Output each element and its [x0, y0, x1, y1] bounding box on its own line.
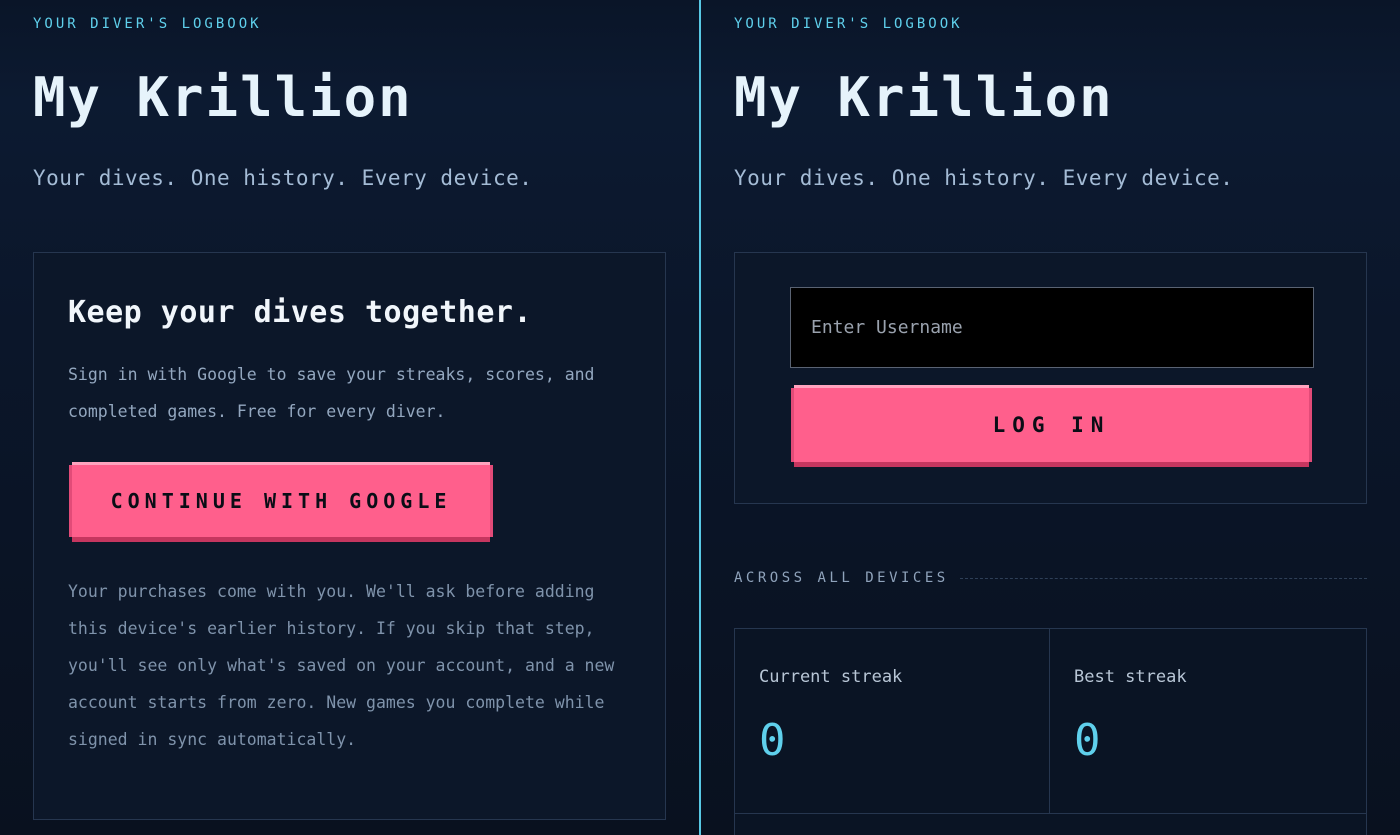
- stats-grid: Current streak 0 Best streak 0: [734, 628, 1367, 835]
- signin-card-intro: Sign in with Google to save your streaks…: [68, 365, 595, 421]
- stats-section-label: ACROSS ALL DEVICES: [734, 570, 949, 586]
- stat-best-streak: Best streak 0: [1050, 629, 1366, 814]
- tagline: Your dives. One history. Every device.: [734, 166, 1234, 190]
- stat-value: 0: [1074, 715, 1101, 766]
- tagline: Your dives. One history. Every device.: [33, 166, 533, 190]
- left-panel-signin: YOUR DIVER'S LOGBOOK My Krillion Your di…: [0, 0, 700, 835]
- continue-with-google-button[interactable]: CONTINUE WITH GOOGLE: [72, 465, 490, 537]
- section-divider: [960, 578, 1367, 579]
- signin-card-note: Your purchases come with you. We'll ask …: [68, 582, 615, 749]
- stat-current-streak: Current streak 0: [735, 629, 1050, 814]
- eyebrow-label: YOUR DIVER'S LOGBOOK: [33, 16, 262, 32]
- username-input[interactable]: [790, 287, 1314, 368]
- right-panel-login: YOUR DIVER'S LOGBOOK My Krillion Your di…: [701, 0, 1400, 835]
- page-title: My Krillion: [33, 66, 413, 129]
- login-card: LOG IN: [734, 252, 1367, 504]
- stat-label: Best streak: [1074, 667, 1187, 687]
- app-screen: YOUR DIVER'S LOGBOOK My Krillion Your di…: [0, 0, 1400, 835]
- page-title: My Krillion: [734, 66, 1114, 129]
- signin-card-heading: Keep your dives together.: [68, 295, 533, 330]
- login-button[interactable]: LOG IN: [794, 388, 1309, 462]
- stat-value: 0: [759, 715, 786, 766]
- signin-card: Keep your dives together. Sign in with G…: [33, 252, 666, 820]
- stat-label: Current streak: [759, 667, 903, 687]
- eyebrow-label: YOUR DIVER'S LOGBOOK: [734, 16, 963, 32]
